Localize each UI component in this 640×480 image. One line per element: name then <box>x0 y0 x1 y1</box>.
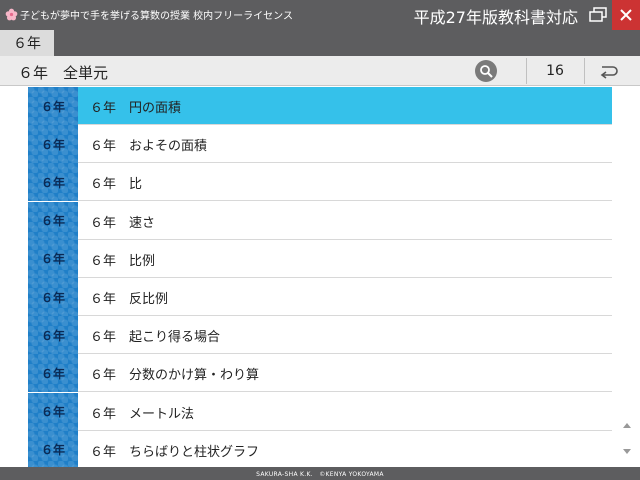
grade-badge-label: ６年 <box>40 99 65 114</box>
list-item-label: ６年 起こり得る場合 <box>90 330 221 346</box>
list-title: ６年 全単元 <box>18 64 109 82</box>
list-item[interactable]: ６年 ６年 比 <box>0 163 612 202</box>
unit-list: ６年 ６年 円の面積 ６年 ６年 およその面積 ６年 ６年 比 ６年 ６年 速さ ６年 ６年 比例… <box>0 87 640 467</box>
back-button[interactable] <box>596 62 622 80</box>
search-button[interactable] <box>475 60 497 82</box>
grade-badge-label: ６年 <box>40 405 65 420</box>
row-rail <box>0 316 28 355</box>
list-item[interactable]: ６年 ６年 速さ <box>0 201 612 240</box>
close-icon <box>620 9 632 21</box>
edition-label: 平成27年版教科書対応 <box>413 8 578 27</box>
restore-window-icon <box>589 7 607 22</box>
list-item[interactable]: ６年 ６年 メートル法 <box>0 392 612 431</box>
grade-badge: ６年 <box>28 87 78 125</box>
footer-credit: SAKURA-SHA K.K. ©KENYA YOKOYAMA <box>0 467 640 480</box>
list-item[interactable]: ６年 ６年 比例 <box>0 239 612 278</box>
list-item-label: ６年 分数のかけ算・わり算 <box>90 368 260 384</box>
list-item[interactable]: ６年 ６年 円の面積 <box>0 87 612 125</box>
search-icon <box>480 65 493 78</box>
grade-badge: ６年 <box>28 354 78 393</box>
grade-badge-label: ６年 <box>40 175 65 190</box>
grade-badge-label: ６年 <box>40 290 65 305</box>
grade-badge: ６年 <box>28 239 78 278</box>
title-bar: 子どもが夢中で手を挙げる算数の授業 校内フリーライセンス 平成27年版教科書対応 <box>0 0 640 30</box>
list-item[interactable]: ６年 ６年 ちらばりと柱状グラフ <box>0 430 612 467</box>
grade-badge-label: ６年 <box>40 137 65 152</box>
grade-badge-label: ６年 <box>40 214 65 229</box>
list-item-label: ６年 円の面積 <box>90 101 182 116</box>
list-item-label: ６年 およその面積 <box>90 139 208 155</box>
list-item[interactable]: ６年 ６年 反比例 <box>0 278 612 316</box>
grade-badge: ６年 <box>28 163 78 202</box>
row-rail <box>0 125 28 164</box>
grade-badge: ６年 <box>28 430 78 467</box>
row-rail <box>0 430 28 467</box>
app-title: 子どもが夢中で手を挙げる算数の授業 校内フリーライセンス <box>20 11 293 22</box>
scroll-down-icon[interactable] <box>621 447 633 457</box>
list-item-label: ６年 比 <box>90 177 143 193</box>
row-rail <box>0 163 28 202</box>
close-button[interactable] <box>612 0 640 30</box>
list-item-label: ６年 比例 <box>90 253 156 269</box>
grade-badge: ６年 <box>28 125 78 164</box>
grade-badge-label: ６年 <box>40 328 65 343</box>
grade-badge-label: ６年 <box>40 443 65 458</box>
header-divider <box>526 58 527 84</box>
list-header: ６年 全単元 16 <box>0 56 640 86</box>
restore-button[interactable] <box>584 0 612 30</box>
row-rail <box>0 239 28 278</box>
grade-badge: ６年 <box>28 201 78 240</box>
list-item[interactable]: ６年 ６年 およその面積 <box>0 125 612 164</box>
list-item-label: ６年 速さ <box>90 215 156 231</box>
list-item-label: ６年 メートル法 <box>90 406 195 422</box>
grade-badge: ６年 <box>28 392 78 431</box>
header-divider <box>584 58 585 84</box>
list-item[interactable]: ６年 ６年 起こり得る場合 <box>0 316 612 355</box>
list-item-label: ６年 反比例 <box>90 292 169 307</box>
grade-badge: ６年 <box>28 278 78 316</box>
row-rail <box>0 392 28 431</box>
grade-badge-label: ６年 <box>40 252 65 267</box>
return-arrow-icon <box>600 66 618 79</box>
scroll-up-icon[interactable] <box>621 420 633 430</box>
list-item[interactable]: ６年 ６年 分数のかけ算・わり算 <box>0 354 612 393</box>
row-rail <box>0 201 28 240</box>
item-count: 16 <box>546 63 564 79</box>
row-rail <box>0 278 28 316</box>
grade-badge-label: ６年 <box>40 366 65 381</box>
tab-grade-6[interactable]: ６年 <box>0 30 54 56</box>
sakura-logo-icon <box>5 8 18 21</box>
row-rail <box>0 87 28 125</box>
row-rail <box>0 354 28 393</box>
grade-badge: ６年 <box>28 316 78 355</box>
list-item-label: ６年 ちらばりと柱状グラフ <box>90 444 260 460</box>
tab-row: ６年 <box>0 30 640 56</box>
